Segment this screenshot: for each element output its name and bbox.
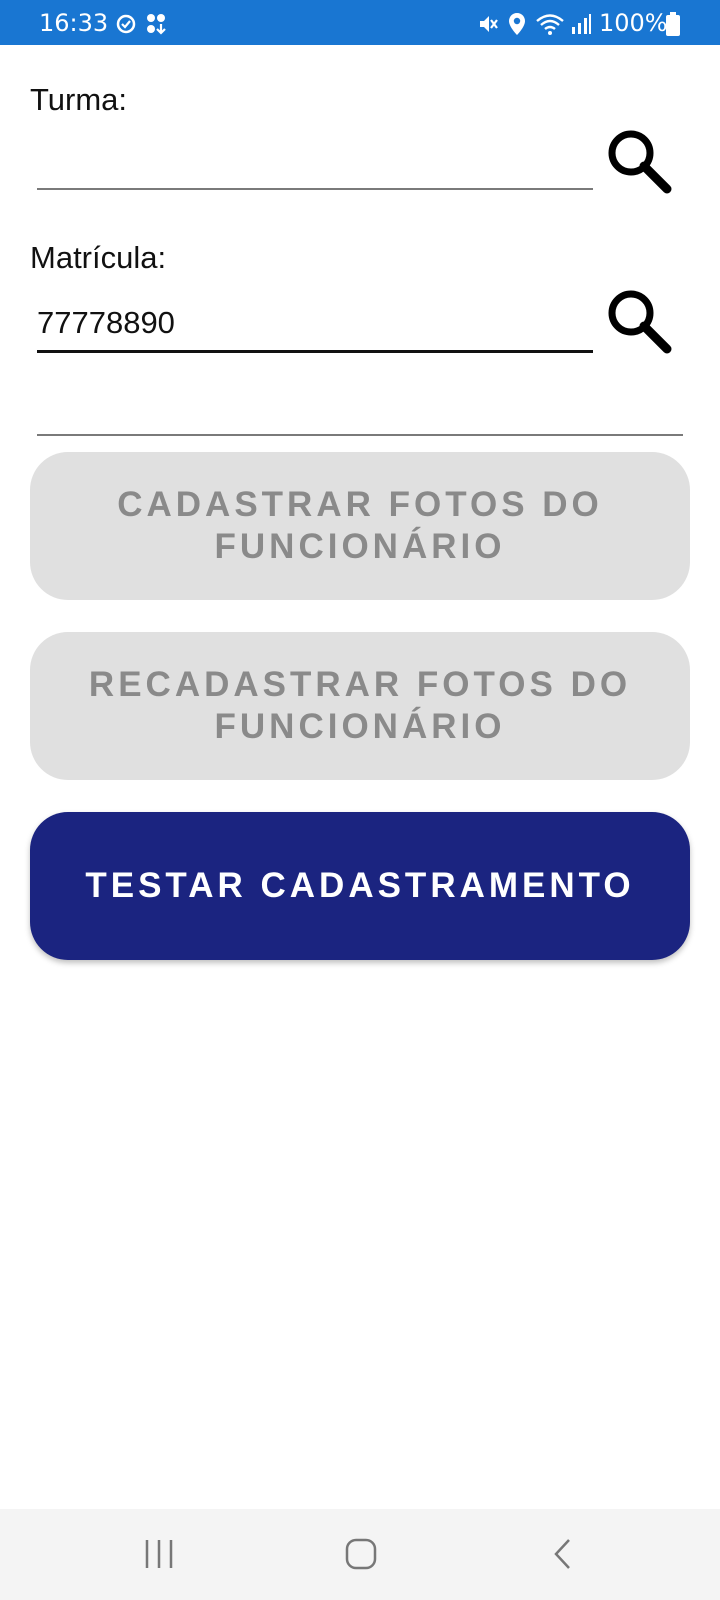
matricula-label: Matrícula: xyxy=(30,240,167,275)
sync-icon xyxy=(116,14,136,34)
matricula-input[interactable]: 77778890 xyxy=(37,305,175,341)
turma-input-underline[interactable] xyxy=(37,188,593,190)
recadastrar-fotos-label: RECADASTRAR FOTOS DO FUNCIONÁRIO xyxy=(88,665,632,746)
cadastrar-fotos-button[interactable]: CADASTRAR FOTOS DO FUNCIONÁRIO xyxy=(30,452,690,600)
home-icon[interactable] xyxy=(345,1538,377,1570)
mute-icon xyxy=(480,16,498,32)
turma-search-icon[interactable] xyxy=(605,127,675,197)
turma-label: Turma: xyxy=(30,82,128,117)
app-notification-icon xyxy=(147,14,166,35)
navigation-bar xyxy=(0,1509,720,1600)
recent-apps-icon[interactable] xyxy=(144,1538,174,1570)
status-time: 16:33 xyxy=(39,9,109,37)
cadastrar-fotos-label: CADASTRAR FOTOS DO FUNCIONÁRIO xyxy=(117,485,603,566)
wifi-icon xyxy=(536,14,564,35)
extra-input-underline[interactable] xyxy=(37,434,683,436)
battery-icon xyxy=(666,12,680,36)
location-icon xyxy=(509,13,525,35)
testar-cadastramento-button[interactable]: TESTAR CADASTRAMENTO xyxy=(30,812,690,960)
testar-cadastramento-label: TESTAR CADASTRAMENTO xyxy=(85,866,635,905)
battery-percentage: 100% xyxy=(599,9,668,37)
matricula-input-underline[interactable] xyxy=(37,350,593,353)
signal-icon xyxy=(572,14,591,34)
matricula-search-icon[interactable] xyxy=(605,287,675,357)
recadastrar-fotos-button[interactable]: RECADASTRAR FOTOS DO FUNCIONÁRIO xyxy=(30,632,690,780)
back-icon[interactable] xyxy=(553,1538,573,1570)
status-bar: 16:33 100% xyxy=(0,0,720,45)
